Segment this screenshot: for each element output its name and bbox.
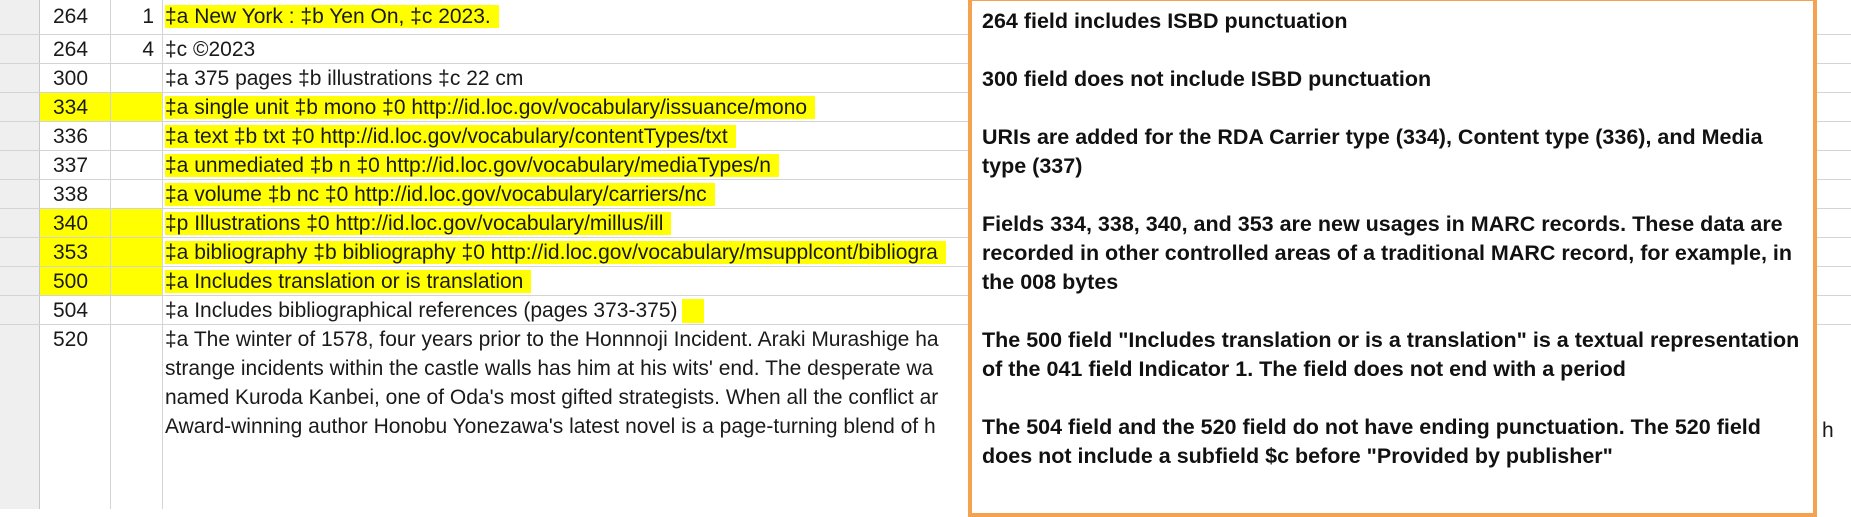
indicator-cell[interactable]: [110, 209, 162, 237]
indicator-cell[interactable]: [110, 93, 162, 121]
highlight-marker: [681, 299, 704, 324]
indicator-cell[interactable]: 4: [110, 35, 162, 63]
indicator-cell[interactable]: [110, 267, 162, 295]
indicator-cell[interactable]: [110, 238, 162, 266]
indicator-cell[interactable]: [110, 296, 162, 324]
highlighted-data: ‡a bibliography ‡b bibliography ‡0 http:…: [165, 241, 946, 264]
row-header[interactable]: [0, 296, 40, 324]
highlighted-data: ‡a New York : ‡b Yen On, ‡c 2023.: [165, 5, 499, 28]
tag-cell[interactable]: 334: [40, 93, 110, 121]
callout-paragraph: The 500 field "Includes translation or i…: [982, 328, 1800, 381]
row-header[interactable]: [0, 209, 40, 237]
indicator-cell[interactable]: [110, 64, 162, 92]
row-header[interactable]: [0, 267, 40, 295]
indicator-cell[interactable]: [110, 325, 162, 509]
callout-paragraph: Fields 334, 338, 340, and 353 are new us…: [982, 212, 1792, 294]
callout-paragraph: URIs are added for the RDA Carrier type …: [982, 125, 1763, 178]
tag-cell[interactable]: 520: [40, 325, 110, 509]
indicator-value: 4: [142, 38, 154, 61]
callout-paragraph: 300 field does not include ISBD punctuat…: [982, 67, 1432, 91]
row-header[interactable]: [0, 64, 40, 92]
overflow-text: h: [1822, 419, 1834, 442]
tag-cell[interactable]: 264: [40, 35, 110, 63]
highlighted-data: ‡a volume ‡b nc ‡0 http://id.loc.gov/voc…: [165, 183, 715, 206]
tag-cell[interactable]: 500: [40, 267, 110, 295]
tag-cell[interactable]: 264: [40, 0, 110, 34]
indicator-cell[interactable]: [110, 180, 162, 208]
row-header[interactable]: [0, 325, 40, 509]
highlighted-data: ‡a single unit ‡b mono ‡0 http://id.loc.…: [165, 96, 816, 119]
annotation-callout: 264 field includes ISBD punctuation 300 …: [968, 0, 1817, 517]
row-header[interactable]: [0, 122, 40, 150]
tag-cell[interactable]: 337: [40, 151, 110, 179]
data-text: ‡a Includes bibliographical references (…: [165, 299, 678, 322]
row-header[interactable]: [0, 0, 40, 34]
highlighted-data: ‡a text ‡b txt ‡0 http://id.loc.gov/voca…: [165, 125, 736, 148]
marc-record-sheet: 264 1 ‡a New York : ‡b Yen On, ‡c 2023. …: [0, 0, 1851, 517]
row-header[interactable]: [0, 180, 40, 208]
tag-cell[interactable]: 504: [40, 296, 110, 324]
tag-cell[interactable]: 336: [40, 122, 110, 150]
tag-cell[interactable]: 353: [40, 238, 110, 266]
callout-paragraph: 264 field includes ISBD punctuation: [982, 9, 1348, 33]
highlighted-data: ‡a unmediated ‡b n ‡0 http://id.loc.gov/…: [165, 154, 779, 177]
indicator-cell[interactable]: [110, 151, 162, 179]
indicator-value: 1: [142, 5, 154, 28]
tag-cell[interactable]: 340: [40, 209, 110, 237]
tag-cell[interactable]: 338: [40, 180, 110, 208]
row-header[interactable]: [0, 238, 40, 266]
callout-paragraph: The 504 field and the 520 field do not h…: [982, 415, 1761, 468]
highlighted-data: ‡p Illustrations ‡0 http://id.loc.gov/vo…: [165, 212, 672, 235]
tag-cell[interactable]: 300: [40, 64, 110, 92]
indicator-cell[interactable]: [110, 122, 162, 150]
row-header[interactable]: [0, 151, 40, 179]
indicator-cell[interactable]: 1: [110, 0, 162, 34]
row-header[interactable]: [0, 35, 40, 63]
highlighted-data: ‡a Includes translation or is translatio…: [165, 270, 532, 293]
row-header[interactable]: [0, 93, 40, 121]
